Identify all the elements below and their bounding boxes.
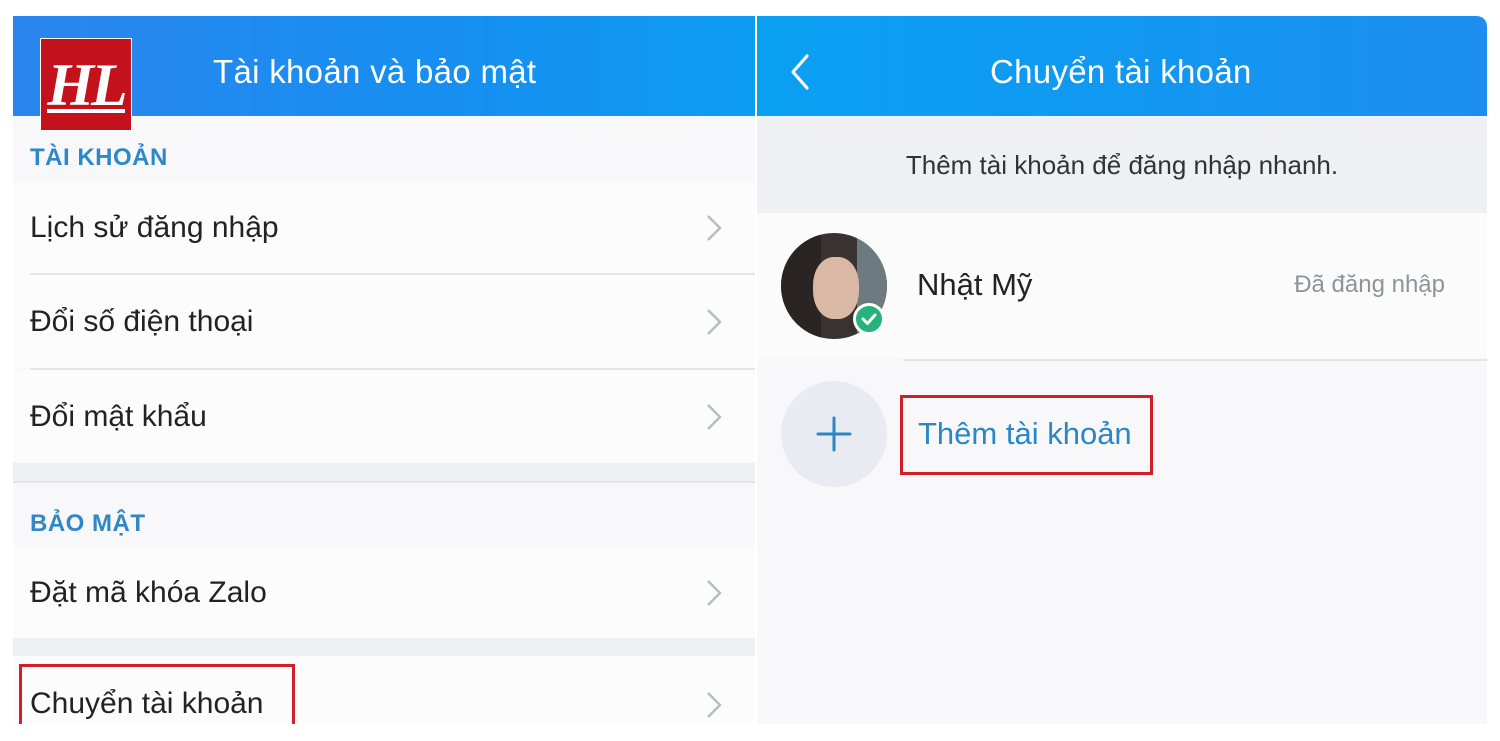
account-list-item[interactable]: Nhật Mỹ Đã đăng nhập	[757, 213, 1487, 358]
menu-item-label: Lịch sử đăng nhập	[30, 211, 279, 244]
account-security-screen: Tài khoản và bảo mật TÀI KHOẢN Lịch sử đ…	[13, 16, 755, 724]
top-bar: Chuyển tài khoản	[757, 16, 1487, 116]
hint-text: Thêm tài khoản để đăng nhập nhanh.	[905, 150, 1339, 180]
menu-item-switch-account[interactable]: Chuyển tài khoản	[13, 656, 755, 724]
section-header-account: TÀI KHOẢN	[30, 144, 168, 171]
section-gap	[13, 638, 755, 656]
back-arrow-icon[interactable]	[785, 52, 815, 92]
chevron-right-icon	[707, 309, 722, 335]
divider	[13, 481, 755, 483]
menu-item-label: Đổi số điện thoại	[30, 305, 254, 338]
account-name: Nhật Mỹ	[917, 267, 1033, 302]
chevron-right-icon	[707, 215, 722, 241]
menu-item-login-history[interactable]: Lịch sử đăng nhập	[13, 181, 755, 274]
chevron-right-icon	[707, 404, 722, 430]
page-title: Tài khoản và bảo mật	[213, 53, 537, 90]
chevron-right-icon	[707, 692, 722, 718]
page-title: Chuyển tài khoản	[990, 53, 1252, 90]
check-icon	[853, 303, 885, 335]
menu-item-change-phone[interactable]: Đổi số điện thoại	[13, 275, 755, 368]
menu-item-change-password[interactable]: Đổi mật khẩu	[13, 370, 755, 463]
plus-icon	[816, 416, 852, 452]
menu-item-zalo-lock[interactable]: Đặt mã khóa Zalo	[13, 546, 755, 639]
chevron-right-icon	[707, 580, 722, 606]
account-status: Đã đăng nhập	[1294, 271, 1445, 298]
menu-item-label: Đổi mật khẩu	[30, 400, 207, 433]
menu-item-label: Chuyển tài khoản	[30, 687, 264, 720]
add-account-label[interactable]: Thêm tài khoản	[918, 361, 1132, 507]
logo-rule	[47, 109, 125, 113]
add-account-circle[interactable]	[781, 381, 887, 487]
menu-item-label: Đặt mã khóa Zalo	[30, 576, 267, 609]
hl-logo: HL	[40, 38, 132, 131]
section-header-security: BẢO MẬT	[30, 510, 146, 537]
switch-account-screen: Chuyển tài khoản Thêm tài khoản để đăng …	[757, 16, 1487, 724]
section-gap	[13, 463, 755, 481]
add-account-button[interactable]: Thêm tài khoản	[757, 361, 1487, 506]
hint-banner: Thêm tài khoản để đăng nhập nhanh.	[757, 116, 1487, 213]
